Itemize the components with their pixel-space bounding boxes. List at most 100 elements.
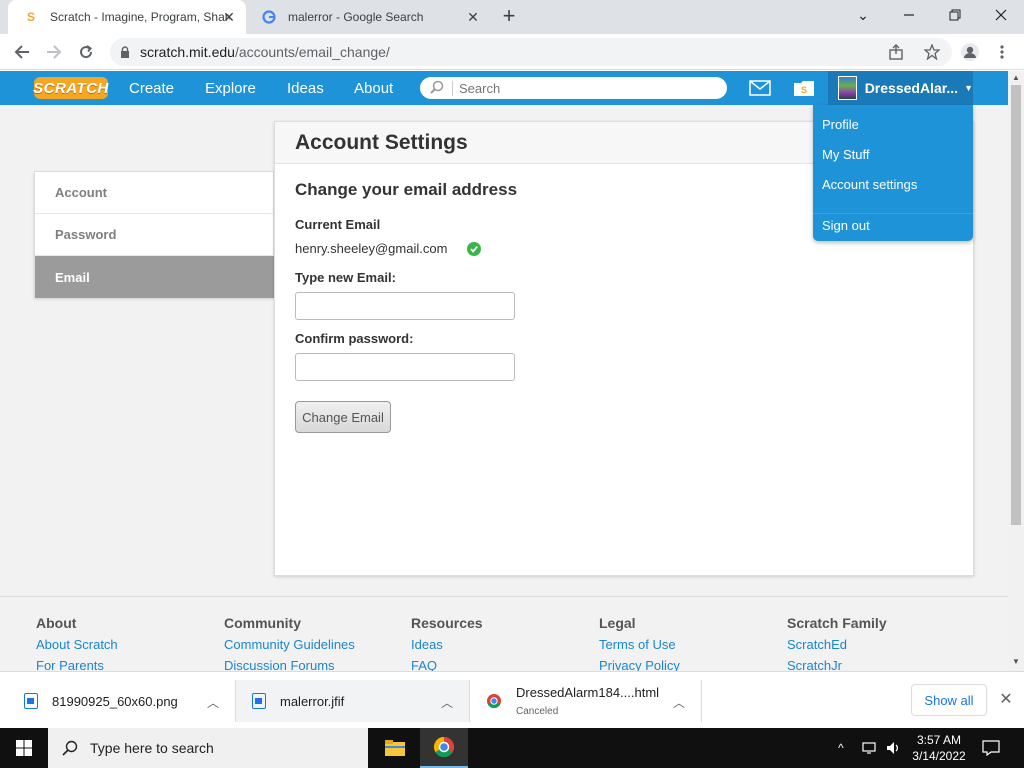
- footer-column-resources: Resources Ideas FAQ: [411, 615, 483, 679]
- tab-title: malerror - Google Search: [288, 10, 424, 24]
- section-title: Change your email address: [295, 180, 518, 199]
- close-downloads-icon[interactable]: ✕: [996, 690, 1016, 710]
- search-icon: [430, 80, 444, 97]
- taskbar-search-placeholder: Type here to search: [90, 740, 214, 756]
- footer-heading: Community: [224, 615, 301, 631]
- confirm-password-input[interactable]: [295, 353, 515, 381]
- current-email-label: Current Email: [295, 217, 381, 232]
- nav-about[interactable]: About: [354, 71, 393, 105]
- browser-tab-strip: S Scratch - Imagine, Program, Share ✕ ma…: [0, 0, 1024, 34]
- sidebar-item-email[interactable]: Email: [35, 256, 275, 298]
- scroll-down-arrow-icon[interactable]: ▼: [1008, 655, 1024, 669]
- menu-item-profile[interactable]: Profile: [822, 117, 859, 132]
- menu-divider: [813, 213, 973, 214]
- page-scrollbar[interactable]: ▲ ▼: [1008, 71, 1024, 671]
- scratch-navbar: SCRATCH Create Explore Ideas About S Dre…: [0, 71, 1008, 105]
- confirm-password-label: Confirm password:: [295, 331, 414, 346]
- footer-heading: Scratch Family: [787, 615, 887, 631]
- footer-link[interactable]: Ideas: [411, 637, 483, 652]
- kebab-menu-icon[interactable]: [990, 40, 1014, 64]
- username: DressedAlar...: [864, 80, 959, 96]
- windows-start-icon[interactable]: [0, 728, 48, 768]
- url-host: scratch.mit.edu: [140, 44, 235, 60]
- forward-arrow-icon[interactable]: [42, 40, 66, 64]
- current-email-value: henry.sheeley@gmail.com: [295, 241, 448, 256]
- footer-column-community: Community Community Guidelines Discussio…: [224, 615, 355, 679]
- chrome-taskbar-icon[interactable]: [420, 728, 468, 768]
- avatar: [838, 76, 857, 100]
- bookmark-star-icon[interactable]: [923, 43, 941, 63]
- footer-heading: About: [36, 615, 77, 631]
- clock-time: 3:57 AM: [916, 733, 962, 747]
- search-icon: [62, 740, 78, 756]
- address-bar[interactable]: scratch.mit.edu/accounts/email_change/: [110, 38, 952, 66]
- download-item[interactable]: DressedAlarm184....html Canceled ︿: [470, 680, 702, 722]
- footer-link[interactable]: Community Guidelines: [224, 637, 355, 652]
- sidebar-item-password[interactable]: Password: [35, 214, 275, 256]
- user-menu-button[interactable]: DressedAlar... ▼: [828, 71, 973, 105]
- user-dropdown-menu: Profile My Stuff Account settings Sign o…: [813, 105, 973, 241]
- my-stuff-folder-icon[interactable]: S: [792, 78, 816, 98]
- new-tab-icon[interactable]: +: [498, 5, 520, 28]
- current-email-row: henry.sheeley@gmail.com: [295, 241, 482, 256]
- system-clock[interactable]: 3:57 AM 3/14/2022: [904, 732, 974, 764]
- browser-tab-google[interactable]: malerror - Google Search ✕: [246, 0, 490, 34]
- tab-search-chevron-icon[interactable]: ⌄: [840, 0, 886, 30]
- close-tab-icon[interactable]: ✕: [222, 10, 236, 24]
- download-item[interactable]: malerror.jfif ︿: [236, 680, 470, 722]
- show-hidden-icons-icon[interactable]: ^: [838, 728, 844, 768]
- scroll-up-arrow-icon[interactable]: ▲: [1008, 71, 1024, 85]
- lock-icon: [120, 46, 130, 58]
- download-item[interactable]: 81990925_60x60.png ︿: [8, 680, 236, 722]
- restore-icon[interactable]: [932, 0, 978, 30]
- show-all-downloads-button[interactable]: Show all: [911, 684, 987, 716]
- file-explorer-icon[interactable]: [371, 728, 419, 768]
- sidebar-item-account[interactable]: Account: [35, 172, 275, 214]
- share-icon[interactable]: [888, 44, 904, 63]
- downloads-bar: 81990925_60x60.png ︿ malerror.jfif ︿ Dre…: [0, 671, 1024, 728]
- tab-title: Scratch - Imagine, Program, Share: [50, 10, 230, 24]
- browser-tab-scratch[interactable]: S Scratch - Imagine, Program, Share ✕: [8, 0, 246, 34]
- chevron-up-icon[interactable]: ︿: [207, 694, 219, 711]
- footer-link[interactable]: Terms of Use: [599, 637, 680, 652]
- scratch-logo[interactable]: SCRATCH: [33, 77, 108, 99]
- minimize-icon[interactable]: [886, 0, 932, 30]
- nav-ideas[interactable]: Ideas: [287, 71, 324, 105]
- scrollbar-thumb[interactable]: [1011, 85, 1021, 525]
- volume-icon[interactable]: [886, 728, 902, 768]
- network-icon[interactable]: [862, 728, 878, 768]
- new-email-input[interactable]: [295, 292, 515, 320]
- browser-toolbar: scratch.mit.edu/accounts/email_change/: [0, 34, 1024, 70]
- reload-icon[interactable]: [74, 40, 98, 64]
- close-tab-icon[interactable]: ✕: [466, 10, 480, 24]
- new-email-label: Type new Email:: [295, 270, 396, 285]
- nav-create[interactable]: Create: [129, 71, 174, 105]
- site-footer: About About Scratch For Parents Communit…: [0, 596, 1008, 673]
- download-filename: DressedAlarm184....html: [516, 685, 660, 700]
- menu-item-sign-out[interactable]: Sign out: [822, 218, 870, 233]
- nav-explore[interactable]: Explore: [205, 71, 256, 105]
- clock-date: 3/14/2022: [912, 749, 966, 763]
- search-input[interactable]: [452, 80, 712, 96]
- svg-text:S: S: [801, 85, 807, 95]
- change-email-button[interactable]: Change Email: [295, 401, 391, 433]
- messages-envelope-icon[interactable]: [748, 78, 772, 98]
- taskbar-search[interactable]: Type here to search: [48, 728, 368, 768]
- site-search: [420, 77, 727, 99]
- back-arrow-icon[interactable]: [10, 40, 34, 64]
- download-filename: 81990925_60x60.png: [52, 693, 178, 709]
- notification-center-icon[interactable]: [982, 728, 1000, 768]
- chevron-up-icon[interactable]: ︿: [673, 694, 685, 711]
- menu-item-my-stuff[interactable]: My Stuff: [822, 147, 869, 162]
- footer-link[interactable]: ScratchEd: [787, 637, 887, 652]
- verified-check-icon: [467, 241, 482, 256]
- profile-icon[interactable]: [958, 40, 982, 64]
- chevron-up-icon[interactable]: ︿: [441, 694, 453, 711]
- download-filename: malerror.jfif: [280, 693, 345, 709]
- windows-taskbar: Type here to search ^ 3:57 AM 3/14/2022: [0, 728, 1024, 768]
- close-window-icon[interactable]: [978, 0, 1024, 30]
- google-favicon-icon: [262, 10, 276, 24]
- footer-link[interactable]: About Scratch: [36, 637, 118, 652]
- chrome-file-icon: [486, 693, 502, 709]
- menu-item-account-settings[interactable]: Account settings: [822, 177, 917, 192]
